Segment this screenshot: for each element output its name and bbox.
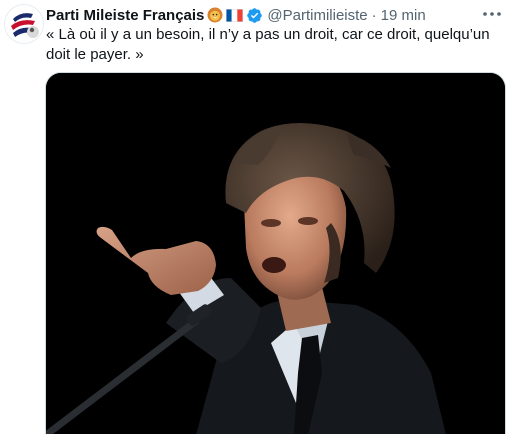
user-handle[interactable]: @Partimilieiste	[267, 7, 367, 24]
tweet-photo[interactable]	[45, 72, 506, 434]
tweet-header: Parti Mileiste Français @Partimilieiste …	[46, 5, 452, 25]
lion-emoji-icon	[207, 7, 223, 23]
display-name[interactable]: Parti Mileiste Français	[46, 7, 204, 24]
tweet-text: « Là où il y a un besoin, il n’y a pas u…	[46, 26, 490, 63]
timestamp[interactable]: 19 min	[381, 7, 426, 24]
party-logo-icon	[5, 5, 43, 43]
separator-dot: ·	[371, 6, 377, 24]
flag-france-icon	[226, 8, 244, 22]
speaker-photo	[46, 73, 505, 434]
avatar[interactable]	[4, 4, 44, 44]
more-options-icon[interactable]	[480, 4, 504, 24]
verified-badge-icon	[246, 7, 263, 24]
